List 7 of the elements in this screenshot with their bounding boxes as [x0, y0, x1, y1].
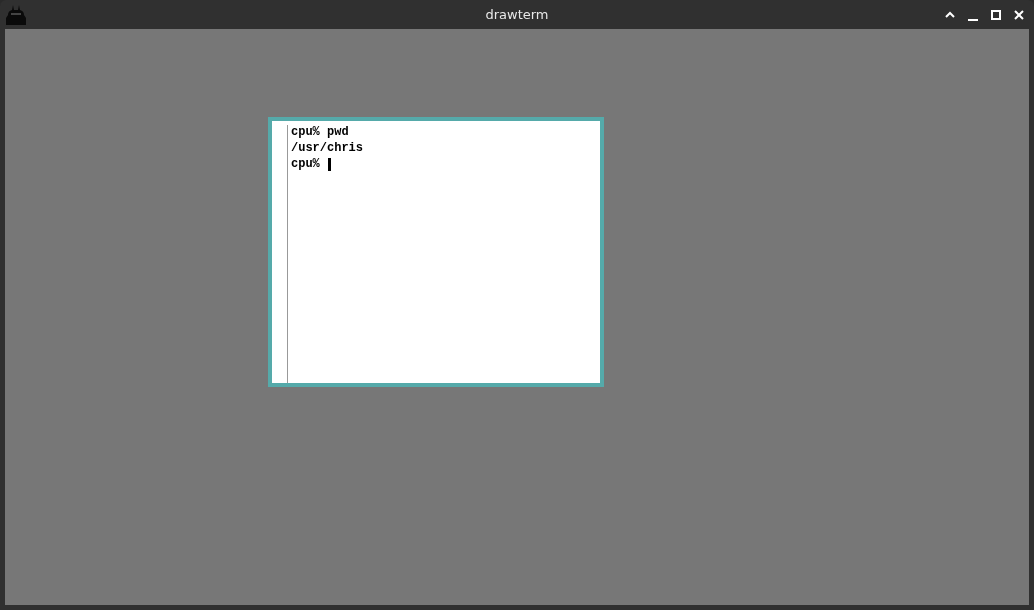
close-button[interactable]	[1012, 7, 1026, 22]
terminal-line: cpu%	[291, 156, 321, 172]
window-title: drawterm	[485, 7, 549, 22]
maximize-button[interactable]	[989, 7, 1003, 22]
terminal-line: /usr/chris	[291, 140, 363, 156]
terminal-line: cpu% pwd	[291, 124, 349, 140]
text-cursor-icon	[328, 157, 331, 171]
